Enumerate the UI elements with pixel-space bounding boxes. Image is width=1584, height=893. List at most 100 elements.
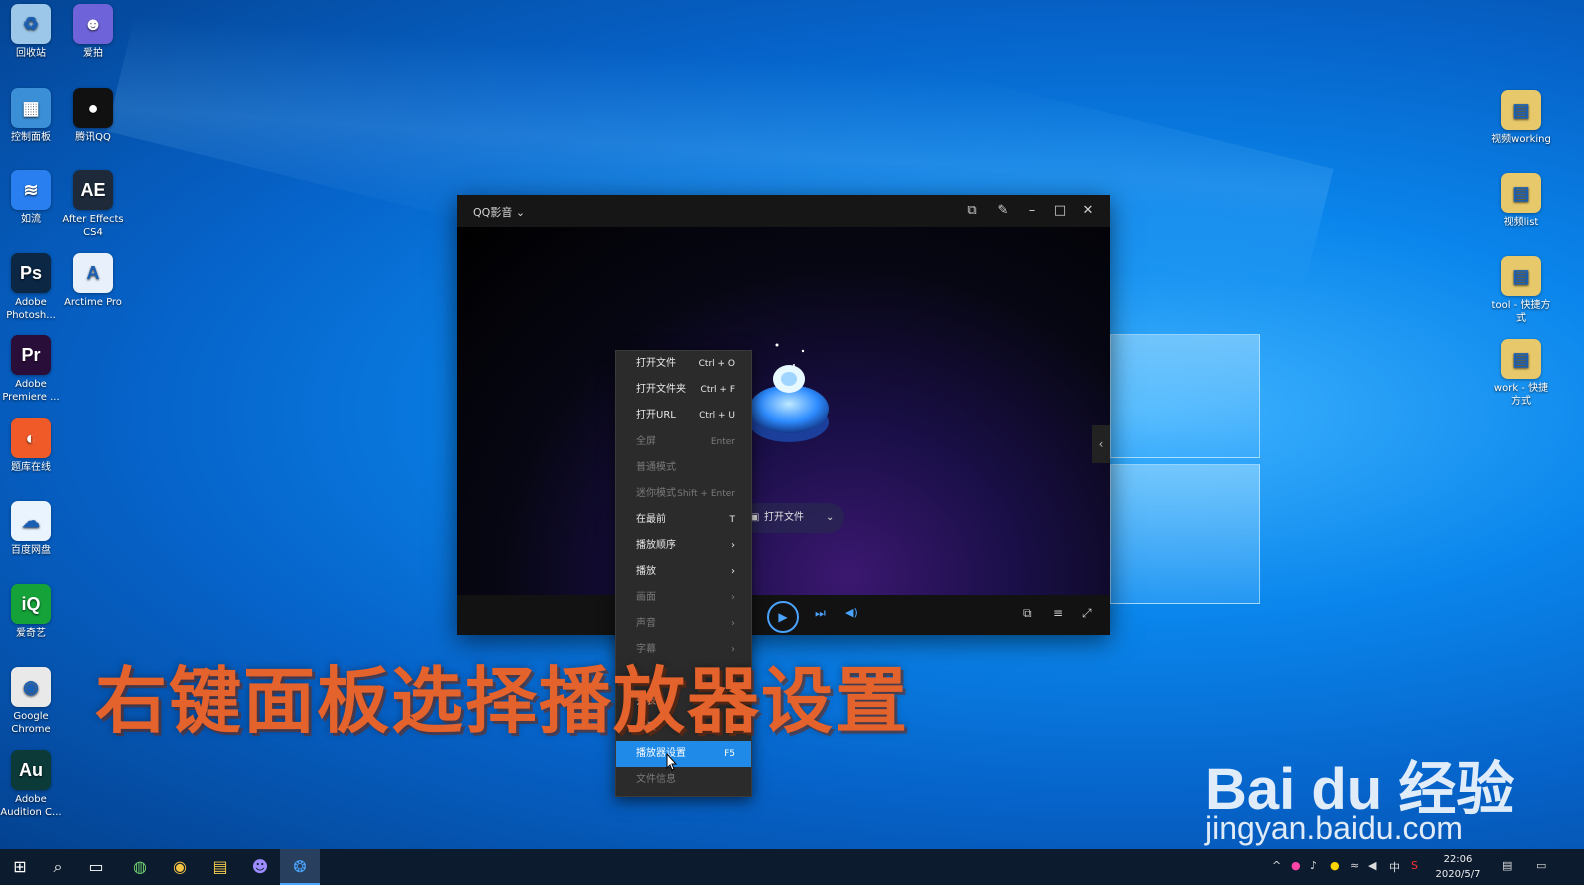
tray-security-icon[interactable]: ● xyxy=(1330,859,1340,872)
desktop-icon[interactable]: ◐ 题库在线 xyxy=(0,418,62,474)
desktop-icon[interactable]: ≋ 如流 xyxy=(0,170,62,226)
notification-center-icon[interactable]: ▭ xyxy=(1536,859,1546,872)
ime-indicator[interactable]: 中 xyxy=(1389,859,1400,875)
desktop-icon-label: After Effects CS4 xyxy=(62,214,124,238)
chevron-right-icon: › xyxy=(731,592,735,603)
context-menu-item[interactable]: 打开文件 Ctrl + O xyxy=(616,351,751,377)
desktop-icon[interactable]: ☁ 百度网盘 xyxy=(0,501,62,557)
context-menu-item[interactable]: 在最前 T xyxy=(616,507,751,533)
context-menu-item[interactable]: 普通模式 xyxy=(616,455,751,481)
desktop-icon[interactable]: ▤ tool - 快捷方式 xyxy=(1490,256,1552,325)
taskbar-clock[interactable]: 22:06 2020/5/7 xyxy=(1428,852,1488,882)
context-menu-item[interactable]: 全屏 Enter xyxy=(616,429,751,455)
folder-icon: ▤ xyxy=(1501,90,1541,130)
pin-icon[interactable]: ✎ xyxy=(994,202,1012,220)
taskbar[interactable]: ⊞ ⌕ ▭ ◍ ◉ ▤ ☻ ❂ ^ ● ♪ ● ≈ ◀ 中 S 22:06 20… xyxy=(0,849,1584,885)
desktop: ♻ 回收站 ☻ 爱拍 ▦ 控制面板 ● 腾讯QQ ≋ 如流 AE After Effects CS4 P… xyxy=(0,0,1584,858)
desktop-icon[interactable]: ● 腾讯QQ xyxy=(62,88,124,144)
minimize-icon[interactable]: – xyxy=(1023,202,1041,220)
tray-app-icon[interactable]: ● xyxy=(1291,859,1301,872)
context-menu-item[interactable]: 迷你模式 Shift + Enter xyxy=(616,481,751,507)
context-menu-item[interactable]: 打开文件夹 Ctrl + F xyxy=(616,377,751,403)
desktop-icon[interactable]: ▤ work - 快捷方式 xyxy=(1490,339,1552,408)
desktop-icon-label: 控制面板 xyxy=(11,132,51,143)
desktop-icon-label: 百度网盘 xyxy=(11,545,51,556)
fullscreen-icon[interactable]: ⤢ xyxy=(1082,606,1092,621)
desktop-icon[interactable]: Ps Adobe Photosh... xyxy=(0,253,62,322)
context-menu-item[interactable]: 播放顺序 › xyxy=(616,533,751,559)
baidu-netdisk-icon: ☁ xyxy=(11,501,51,541)
chevron-right-icon: › xyxy=(731,566,735,577)
desktop-icon[interactable]: ▤ 视频list xyxy=(1490,173,1552,229)
open-file-button[interactable]: ▣ 打开文件 ⌄ xyxy=(742,503,844,533)
screenshot-icon[interactable]: ⧉ xyxy=(1023,606,1032,621)
folder-shortcut-icon: ▤ xyxy=(1501,339,1541,379)
qq-player-taskbar-icon[interactable]: ❂ xyxy=(280,849,320,885)
menu-item-label: 迷你模式 xyxy=(636,488,676,499)
chevron-up-icon[interactable]: ^ xyxy=(1272,859,1281,872)
maximize-icon[interactable]: □ xyxy=(1051,202,1069,220)
settings-sliders-icon[interactable]: ≡ xyxy=(1053,606,1063,620)
wifi-icon[interactable]: ≈ xyxy=(1350,859,1359,872)
desktop-icon-label: 爱奇艺 xyxy=(16,628,46,639)
menu-item-label: 播放 xyxy=(636,566,656,577)
menu-item-label: 播放顺序 xyxy=(636,540,676,551)
desktop-icon[interactable]: A Arctime Pro xyxy=(62,253,124,309)
search-icon[interactable]: ⌕ xyxy=(38,849,78,885)
after-effects-icon: AE xyxy=(73,170,113,210)
menu-item-label: 打开文件夹 xyxy=(636,384,686,395)
desktop-icon[interactable]: ♻ 回收站 xyxy=(0,4,62,60)
speaker-icon[interactable]: ◀ xyxy=(1368,859,1376,872)
desktop-icon[interactable]: AE After Effects CS4 xyxy=(62,170,124,239)
file-explorer-icon[interactable]: ▤ xyxy=(200,849,240,885)
qq-player-window[interactable]: QQ影音 ⌄ ⧉ ✎ – □ ✕ ▣ 打开文件 ⌄ ‹ ▶ ⏭ ◀) ⧉ ≡ ⤢ xyxy=(457,195,1110,635)
desktop-icon[interactable]: ▤ 视频working xyxy=(1490,90,1552,146)
chrome-icon: ◉ xyxy=(11,667,51,707)
desktop-icon-label: 题库在线 xyxy=(11,462,51,473)
windows-start-icon[interactable]: ⊞ xyxy=(0,849,40,885)
video-stage[interactable]: ▣ 打开文件 ⌄ ‹ xyxy=(457,227,1110,595)
context-menu-item[interactable]: 声音 › xyxy=(616,611,751,637)
microphone-icon[interactable]: ♪ xyxy=(1310,859,1317,872)
desktop-icon[interactable]: iQ 爱奇艺 xyxy=(0,584,62,640)
notes-icon[interactable]: ▤ xyxy=(1502,859,1512,872)
playlist-toggle-tab[interactable]: ‹ xyxy=(1092,425,1110,463)
desktop-icon-label: Adobe Photosh... xyxy=(6,297,56,321)
desktop-icon-label: Adobe Premiere ... xyxy=(2,379,60,403)
audition-icon: Au xyxy=(11,750,51,790)
close-icon[interactable]: ✕ xyxy=(1079,202,1097,220)
context-menu-item[interactable]: 播放 › xyxy=(616,559,751,585)
context-menu-item[interactable]: 文件信息 xyxy=(616,767,751,793)
task-view-icon[interactable]: ▭ xyxy=(76,849,116,885)
ruliu-icon: ≋ xyxy=(11,170,51,210)
control-panel-icon: ▦ xyxy=(11,88,51,128)
chrome-taskbar-icon[interactable]: ◉ xyxy=(160,849,200,885)
menu-item-label: 打开文件 xyxy=(636,358,676,369)
mini-mode-icon[interactable]: ⧉ xyxy=(963,202,981,220)
context-menu-item[interactable]: 打开URL Ctrl + U xyxy=(616,403,751,429)
arctime-icon: A xyxy=(73,253,113,293)
sogou-ime-icon[interactable]: S xyxy=(1411,859,1418,872)
next-button[interactable]: ⏭ xyxy=(815,606,826,621)
desktop-icon[interactable]: ☻ 爱拍 xyxy=(62,4,124,60)
menu-item-label: 全屏 xyxy=(636,436,656,447)
folder-shortcut-icon: ▤ xyxy=(1501,256,1541,296)
context-menu-item[interactable]: 画面 › xyxy=(616,585,751,611)
menu-item-label: 在最前 xyxy=(636,514,666,525)
desktop-icon-label: work - 快捷方式 xyxy=(1493,383,1549,407)
desktop-icon-label: 腾讯QQ xyxy=(75,132,111,143)
aipai-taskbar-icon[interactable]: ☻ xyxy=(240,849,280,885)
volume-button[interactable]: ◀) xyxy=(845,606,858,619)
menu-item-shortcut: Ctrl + U xyxy=(699,411,735,421)
player-control-bar[interactable]: ▶ ⏭ ◀) ⧉ ≡ ⤢ xyxy=(457,595,1110,635)
chevron-down-icon[interactable]: ⌄ xyxy=(516,206,525,219)
player-title[interactable]: QQ影音 ⌄ xyxy=(473,204,525,220)
player-titlebar[interactable]: QQ影音 ⌄ ⧉ ✎ – □ ✕ xyxy=(457,195,1110,227)
desktop-icon[interactable]: Au Adobe Audition C... xyxy=(0,750,62,819)
desktop-icon[interactable]: ▦ 控制面板 xyxy=(0,88,62,144)
desktop-icon[interactable]: ◉ Google Chrome xyxy=(0,667,62,736)
desktop-icon[interactable]: Pr Adobe Premiere ... xyxy=(0,335,62,404)
play-button[interactable]: ▶ xyxy=(767,601,799,633)
chevron-down-icon[interactable]: ⌄ xyxy=(826,503,834,533)
browser-360-icon[interactable]: ◍ xyxy=(120,849,160,885)
